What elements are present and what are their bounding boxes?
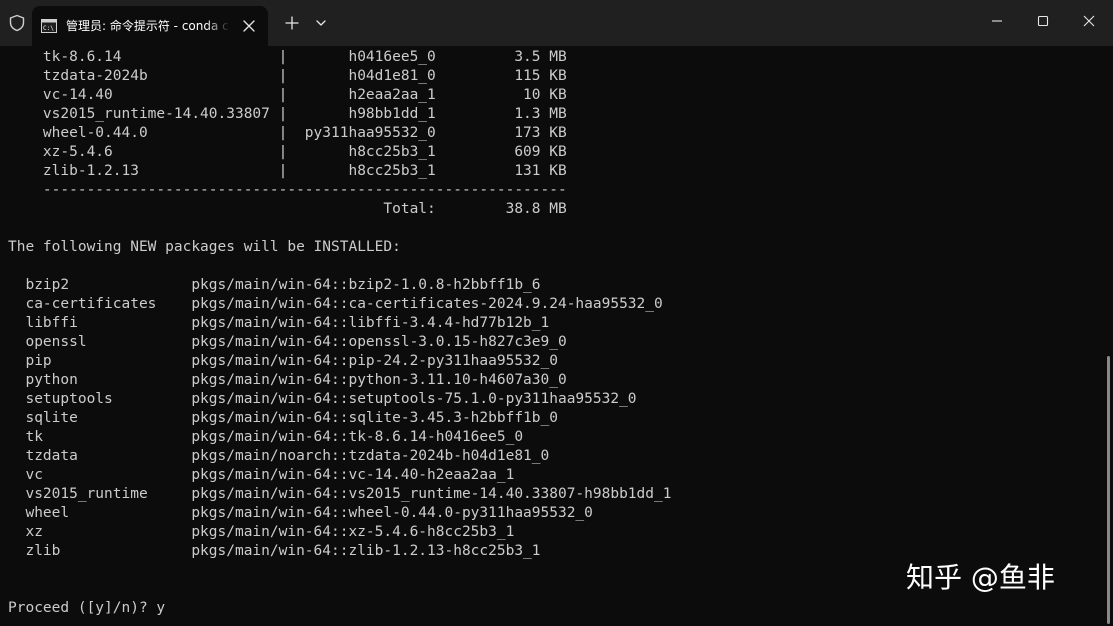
output-line: xz-5.4.6 | h8cc25b3_1 609 KB xyxy=(8,144,567,160)
prompt-line[interactable]: Proceed ([y]/n)? y xyxy=(8,599,165,618)
title-bar[interactable]: C:\ 管理员: 命令提示符 - conda create -n xyxy=(0,0,1113,46)
maximize-icon[interactable] xyxy=(1030,10,1056,32)
output-line: vs2015_runtime-14.40.33807 | h98bb1dd_1 … xyxy=(8,106,567,122)
package-line: tzdata pkgs/main/noarch::tzdata-2024b-h0… xyxy=(8,448,550,464)
package-line: bzip2 pkgs/main/win-64::bzip2-1.0.8-h2bb… xyxy=(8,277,541,293)
package-line: vs2015_runtime pkgs/main/win-64::vs2015_… xyxy=(8,486,672,502)
terminal-window: C:\ 管理员: 命令提示符 - conda create -n xyxy=(0,0,1113,626)
package-line: vc pkgs/main/win-64::vc-14.40-h2eaa2aa_1 xyxy=(8,467,515,483)
package-line: python pkgs/main/win-64::python-3.11.10-… xyxy=(8,372,567,388)
plus-icon[interactable] xyxy=(282,13,302,33)
output-line: tzdata-2024b | h04d1e81_0 115 KB xyxy=(8,68,567,84)
chevron-down-icon[interactable] xyxy=(312,14,330,32)
package-line: wheel pkgs/main/win-64::wheel-0.44.0-py3… xyxy=(8,505,593,521)
install-heading: The following NEW packages will be INSTA… xyxy=(8,239,401,255)
output-line: vc-14.40 | h2eaa2aa_1 10 KB xyxy=(8,87,567,103)
output-line: tk-8.6.14 | h0416ee5_0 3.5 MB xyxy=(8,49,567,65)
package-line: xz pkgs/main/win-64::xz-5.4.6-h8cc25b3_1 xyxy=(8,524,515,540)
shield-icon[interactable] xyxy=(8,14,26,32)
separator-line: ----------------------------------------… xyxy=(8,182,567,198)
package-line: openssl pkgs/main/win-64::openssl-3.0.15… xyxy=(8,334,567,350)
package-line: zlib pkgs/main/win-64::zlib-1.2.13-h8cc2… xyxy=(8,543,541,559)
command-prompt-icon: C:\ xyxy=(41,18,57,33)
total-line: Total: 38.8 MB xyxy=(8,201,567,217)
package-line: tk pkgs/main/win-64::tk-8.6.14-h0416ee5_… xyxy=(8,429,524,445)
svg-text:C:\: C:\ xyxy=(43,25,54,32)
tab-command-prompt[interactable]: C:\ 管理员: 命令提示符 - conda create -n xyxy=(32,6,268,46)
package-line: setuptools pkgs/main/win-64::setuptools-… xyxy=(8,391,637,407)
package-line: sqlite pkgs/main/win-64::sqlite-3.45.3-h… xyxy=(8,410,558,426)
watermark: 知乎 @鱼非 xyxy=(906,561,1055,594)
package-line: ca-certificates pkgs/main/win-64::ca-cer… xyxy=(8,296,663,312)
scroll-thumb[interactable] xyxy=(1107,356,1110,624)
vertical-scrollbar[interactable] xyxy=(1104,46,1113,626)
close-icon[interactable] xyxy=(1076,10,1102,32)
output-line: zlib-1.2.13 | h8cc25b3_1 131 KB xyxy=(8,163,567,179)
terminal-output[interactable]: tk-8.6.14 | h0416ee5_0 3.5 MB tzdata-202… xyxy=(0,46,1104,626)
tab-title: 管理员: 命令提示符 - conda create -n xyxy=(66,19,230,33)
package-line: libffi pkgs/main/win-64::libffi-3.4.4-hd… xyxy=(8,315,550,331)
minimize-icon[interactable] xyxy=(984,10,1010,32)
package-line: pip pkgs/main/win-64::pip-24.2-py311haa9… xyxy=(8,353,558,369)
output-line: wheel-0.44.0 | py311haa95532_0 173 KB xyxy=(8,125,567,141)
close-icon[interactable] xyxy=(238,15,260,37)
